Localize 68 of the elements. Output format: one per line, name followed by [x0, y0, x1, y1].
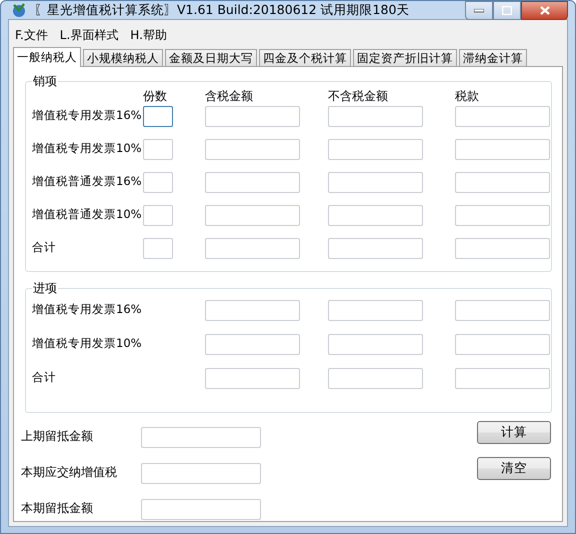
tab[interactable]: 小规模纳税人 — [83, 49, 163, 66]
input-field[interactable] — [141, 463, 261, 484]
row-label: 增值税普通发票16% — [32, 173, 143, 188]
input-field[interactable] — [328, 368, 423, 389]
tab[interactable]: 四金及个税计算 — [259, 49, 351, 66]
close-icon — [540, 6, 550, 15]
maximize-button[interactable] — [493, 1, 521, 20]
input-field[interactable] — [455, 205, 550, 226]
input-field[interactable] — [328, 238, 423, 259]
action-button[interactable]: 计算 — [477, 421, 551, 444]
row-label: 增值税普通发票10% — [32, 206, 143, 221]
input-field[interactable] — [328, 139, 423, 160]
field-label: 上期留抵金额 — [21, 428, 94, 443]
input-field[interactable] — [328, 106, 423, 127]
close-button[interactable] — [521, 1, 568, 20]
input-field[interactable] — [205, 139, 300, 160]
tab[interactable]: 一般纳税人 — [13, 47, 81, 67]
input-field[interactable] — [143, 205, 173, 226]
row-label: 增值税专用发票10% — [32, 140, 143, 155]
input-field[interactable] — [328, 300, 423, 321]
menu-item[interactable]: L.界面样式 — [60, 27, 118, 44]
input-field[interactable] — [141, 427, 261, 448]
app-icon — [10, 1, 28, 19]
row-label: 增值税专用发票16% — [32, 107, 143, 122]
row-label: 合计 — [32, 369, 57, 384]
window-title: 〖星光增值税计算系统〗V1.61 Build:20180612 试用期限180天 — [34, 2, 410, 18]
row-label: 增值税专用发票16% — [32, 301, 143, 316]
tab[interactable]: 固定资产折旧计算 — [353, 49, 457, 66]
input-field[interactable] — [143, 238, 173, 259]
tab[interactable]: 滞纳金计算 — [459, 49, 527, 66]
row-label: 增值税专用发票10% — [32, 335, 143, 350]
input-field[interactable] — [328, 205, 423, 226]
menu-item[interactable]: F.文件 — [15, 27, 48, 44]
input-field[interactable] — [455, 238, 550, 259]
group-title: 进项 — [32, 281, 58, 295]
column-header: 份数 — [143, 89, 168, 103]
row-label: 合计 — [32, 239, 57, 254]
input-field[interactable] — [205, 368, 300, 389]
input-field[interactable] — [328, 334, 423, 355]
input-field[interactable] — [143, 139, 173, 160]
input-field[interactable] — [205, 106, 300, 127]
column-header: 不含税金额 — [328, 89, 389, 103]
column-header: 含税金额 — [205, 89, 254, 103]
tab[interactable]: 金额及日期大写 — [165, 49, 257, 66]
input-field[interactable] — [455, 300, 550, 321]
input-field[interactable] — [455, 139, 550, 160]
input-field[interactable] — [455, 368, 550, 389]
input-field[interactable] — [205, 238, 300, 259]
field-label: 本期留抵金额 — [21, 500, 94, 515]
input-field[interactable] — [328, 172, 423, 193]
maximize-icon — [502, 6, 512, 15]
minimize-button[interactable] — [465, 1, 493, 20]
input-field[interactable] — [455, 172, 550, 193]
minimize-icon — [474, 8, 484, 12]
input-field[interactable] — [141, 499, 261, 520]
input-field[interactable] — [143, 106, 173, 127]
input-field[interactable] — [205, 334, 300, 355]
field-label: 本期应交纳增值税 — [21, 464, 118, 479]
menu-item[interactable]: H.帮助 — [130, 27, 167, 44]
action-button[interactable]: 清空 — [477, 457, 551, 480]
group-title: 销项 — [32, 74, 58, 88]
input-field[interactable] — [143, 172, 173, 193]
input-field[interactable] — [205, 172, 300, 193]
column-header: 税款 — [455, 89, 480, 103]
input-field[interactable] — [205, 205, 300, 226]
input-field[interactable] — [205, 300, 300, 321]
input-field[interactable] — [455, 106, 550, 127]
input-field[interactable] — [455, 334, 550, 355]
